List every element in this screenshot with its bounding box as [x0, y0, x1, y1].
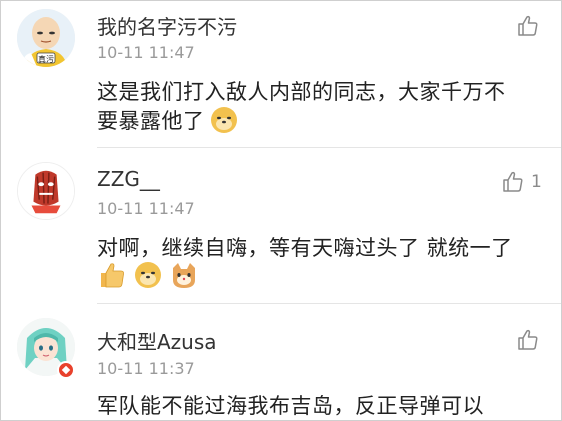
avatar[interactable] — [17, 162, 75, 220]
doge-emoji — [135, 262, 161, 288]
comment-text-line-1: 这是我们打入敌人内部的同志，大家千万不 — [97, 80, 506, 104]
doge-emoji — [210, 107, 237, 133]
thumbs-up-emoji — [101, 263, 124, 288]
verified-badge-icon — [57, 361, 75, 379]
comment-item-3: 大和型Azusa 10-11 11:37 军队能不能过海我布吉岛，反正导弹可以 — [1, 304, 561, 420]
comment-text-line-2-row: 要暴露他了 — [97, 105, 239, 135]
comment-item-1: 真污 我的名字污不污 10-11 11:47 这是我们打入敌人内部的同志，大家千… — [1, 1, 561, 148]
username[interactable]: 我的名字污不污 — [97, 11, 237, 40]
username[interactable]: 大和型Azusa — [97, 326, 217, 355]
like-count: 1 — [531, 172, 542, 192]
comment-time: 10-11 11:37 — [97, 359, 195, 378]
comment-time: 10-11 11:47 — [97, 199, 195, 218]
username[interactable]: ZZG__ — [97, 167, 160, 191]
like-button[interactable]: 1 — [501, 170, 542, 194]
comment-text-line-2: 要暴露他了 — [97, 109, 205, 133]
thumbs-up-icon — [518, 15, 538, 36]
like-button[interactable] — [516, 14, 540, 38]
comment-time: 10-11 11:47 — [97, 43, 195, 62]
red-titan-avatar — [18, 163, 74, 219]
thumbs-up-icon — [503, 171, 523, 192]
cat-emoji — [173, 263, 195, 288]
avatar-badge-text: 真污 — [38, 55, 54, 64]
thumbs-up-icon — [518, 329, 538, 350]
avatar[interactable]: 真污 — [17, 9, 75, 67]
comment-list: 真污 我的名字污不污 10-11 11:47 这是我们打入敌人内部的同志，大家千… — [0, 0, 562, 421]
like-button[interactable] — [516, 328, 540, 352]
emoji-row — [97, 260, 199, 290]
comment-text-line-1: 军队能不能过海我布吉岛，反正导弹可以 — [97, 394, 484, 418]
comment-item-2: ZZG__ 10-11 11:47 1 对啊，继续自嗨，等有天嗨过头了 就统一了 — [1, 148, 561, 304]
comment-text-line-1: 对啊，继续自嗨，等有天嗨过头了 就统一了 — [97, 236, 513, 260]
